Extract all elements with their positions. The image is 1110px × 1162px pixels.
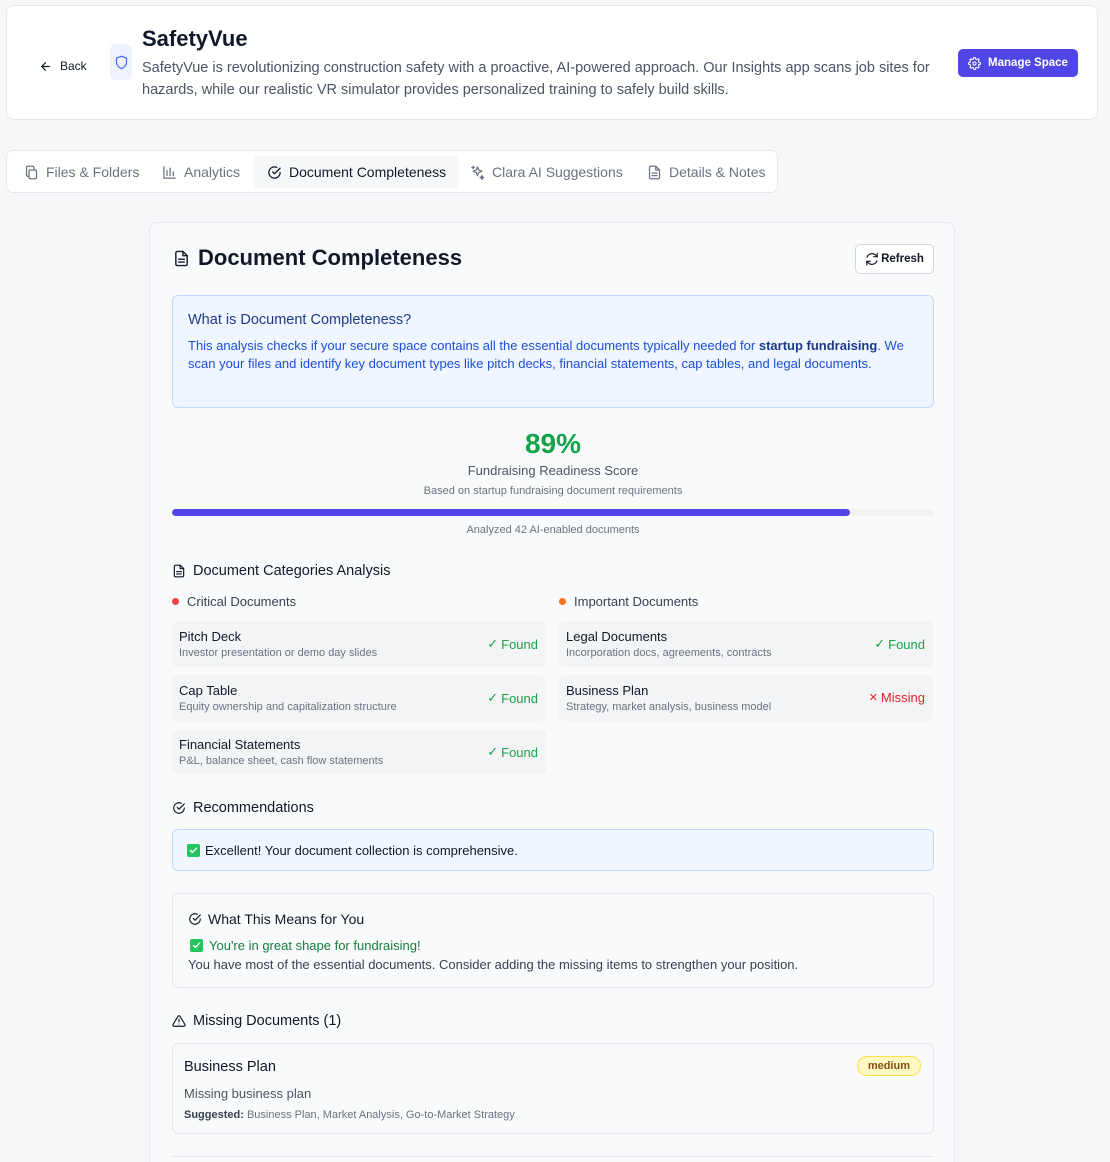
missing-document-description: Missing business plan (184, 1086, 312, 1101)
readiness-progress-fill (172, 509, 851, 516)
tab-files-folders[interactable]: Files & Folders (24, 156, 139, 188)
recommendation-text: Excellent! Your document collection is c… (205, 842, 518, 858)
readiness-score-label: Fundraising Readiness Score (467, 463, 639, 478)
status-found: ✓ Found (874, 636, 925, 652)
manage-space-label: Manage Space (988, 57, 1068, 69)
refresh-label: Refresh (881, 253, 924, 265)
arrow-left-icon (39, 60, 52, 73)
card-title: Document Completeness (173, 245, 462, 271)
recommendation-box: Excellent! Your document collection is c… (172, 829, 934, 871)
check-icon: ✓ (874, 636, 886, 651)
tab-label: Analytics (184, 164, 241, 180)
info-title: What is Document Completeness? (188, 312, 412, 328)
document-row-financial-statements: Financial Statements P&L, balance sheet,… (172, 729, 546, 775)
check-circle-icon (188, 912, 202, 926)
refresh-button[interactable]: Refresh (855, 244, 934, 274)
important-documents-heading: Important Documents (559, 594, 698, 609)
manage-space-button[interactable]: Manage Space (958, 49, 1078, 77)
bar-chart-icon (162, 165, 177, 180)
missing-document-suggestions: Suggested: Business Plan, Market Analysi… (184, 1109, 515, 1121)
priority-badge: medium (856, 1056, 921, 1076)
sparkles-icon (470, 165, 485, 180)
tab-label: Details & Notes (669, 164, 766, 180)
x-icon: ✕ (868, 692, 878, 704)
checkbox-checked-icon (190, 939, 203, 952)
readiness-score-subtitle: Based on startup fundraising document re… (423, 485, 683, 497)
recommendations-heading: Recommendations (172, 800, 314, 816)
missing-document-name: Business Plan (184, 1059, 276, 1075)
copy-icon (24, 165, 39, 180)
document-row-business-plan: Business Plan Strategy, market analysis,… (559, 675, 933, 721)
tab-label: Document Completeness (289, 164, 447, 180)
file-text-icon (173, 250, 190, 267)
red-dot-icon (172, 598, 179, 605)
space-description: SafetyVue is revolutionizing constructio… (142, 60, 930, 98)
card-title-text: Document Completeness (198, 245, 463, 270)
shield-icon (110, 44, 132, 80)
back-button[interactable]: Back (39, 54, 87, 78)
document-row-cap-table: Cap Table Equity ownership and capitaliz… (172, 675, 546, 721)
status-found: ✓ Found (487, 636, 538, 652)
check-circle-icon (172, 801, 186, 815)
tab-clara-ai-suggestions[interactable]: Clara AI Suggestions (470, 156, 623, 188)
check-circle-icon (267, 165, 282, 180)
info-box: What is Document Completeness? This anal… (172, 295, 934, 408)
tab-label: Files & Folders (46, 164, 140, 180)
space-title: SafetyVue (142, 26, 248, 51)
file-text-icon (647, 165, 662, 180)
what-this-means-heading: What This Means for You (188, 911, 364, 927)
status-found: ✓ Found (487, 744, 538, 760)
status-missing: ✕ Missing (868, 690, 925, 705)
document-completeness-card: Document Completeness Refresh What is Do… (149, 222, 955, 1162)
orange-dot-icon (559, 598, 566, 605)
missing-document-item: Business Plan medium Missing business pl… (172, 1043, 934, 1134)
back-label: Back (60, 59, 87, 73)
divider (172, 1156, 934, 1157)
checkbox-checked-icon (187, 843, 200, 857)
info-text: This analysis checks if your secure spac… (188, 338, 904, 371)
what-this-means-box: What This Means for You You're in great … (172, 893, 934, 988)
check-icon: ✓ (487, 744, 499, 759)
missing-documents-heading: Missing Documents (1) (172, 1013, 341, 1029)
status-found: ✓ Found (487, 690, 538, 706)
document-row-legal-documents: Legal Documents Incorporation docs, agre… (559, 621, 933, 667)
check-icon: ✓ (487, 690, 499, 705)
refresh-icon (865, 252, 879, 266)
tab-label: Clara AI Suggestions (492, 164, 623, 180)
critical-documents-heading: Critical Documents (172, 594, 296, 609)
check-icon: ✓ (487, 636, 499, 651)
file-text-icon (172, 564, 186, 578)
tab-analytics[interactable]: Analytics (162, 156, 240, 188)
status-message: You're in great shape for fundraising! (190, 938, 421, 953)
categories-heading: Document Categories Analysis (172, 563, 390, 579)
readiness-score-value: 89% (524, 428, 582, 459)
readiness-progress-bar (172, 509, 934, 516)
warning-triangle-icon (172, 1014, 186, 1028)
document-row-pitch-deck: Pitch Deck Investor presentation or demo… (172, 621, 546, 667)
space-header: Back SafetyVue SafetyVue is revolutioniz… (6, 5, 1098, 120)
means-description: You have most of the essential documents… (188, 957, 799, 972)
tab-bar: Files & Folders Analytics Document Compl… (6, 150, 778, 193)
analyzed-count: Analyzed 42 AI-enabled documents (466, 524, 640, 536)
tab-details-notes[interactable]: Details & Notes (647, 156, 765, 188)
tab-document-completeness[interactable]: Document Completeness (254, 156, 458, 188)
gear-icon (968, 56, 982, 70)
